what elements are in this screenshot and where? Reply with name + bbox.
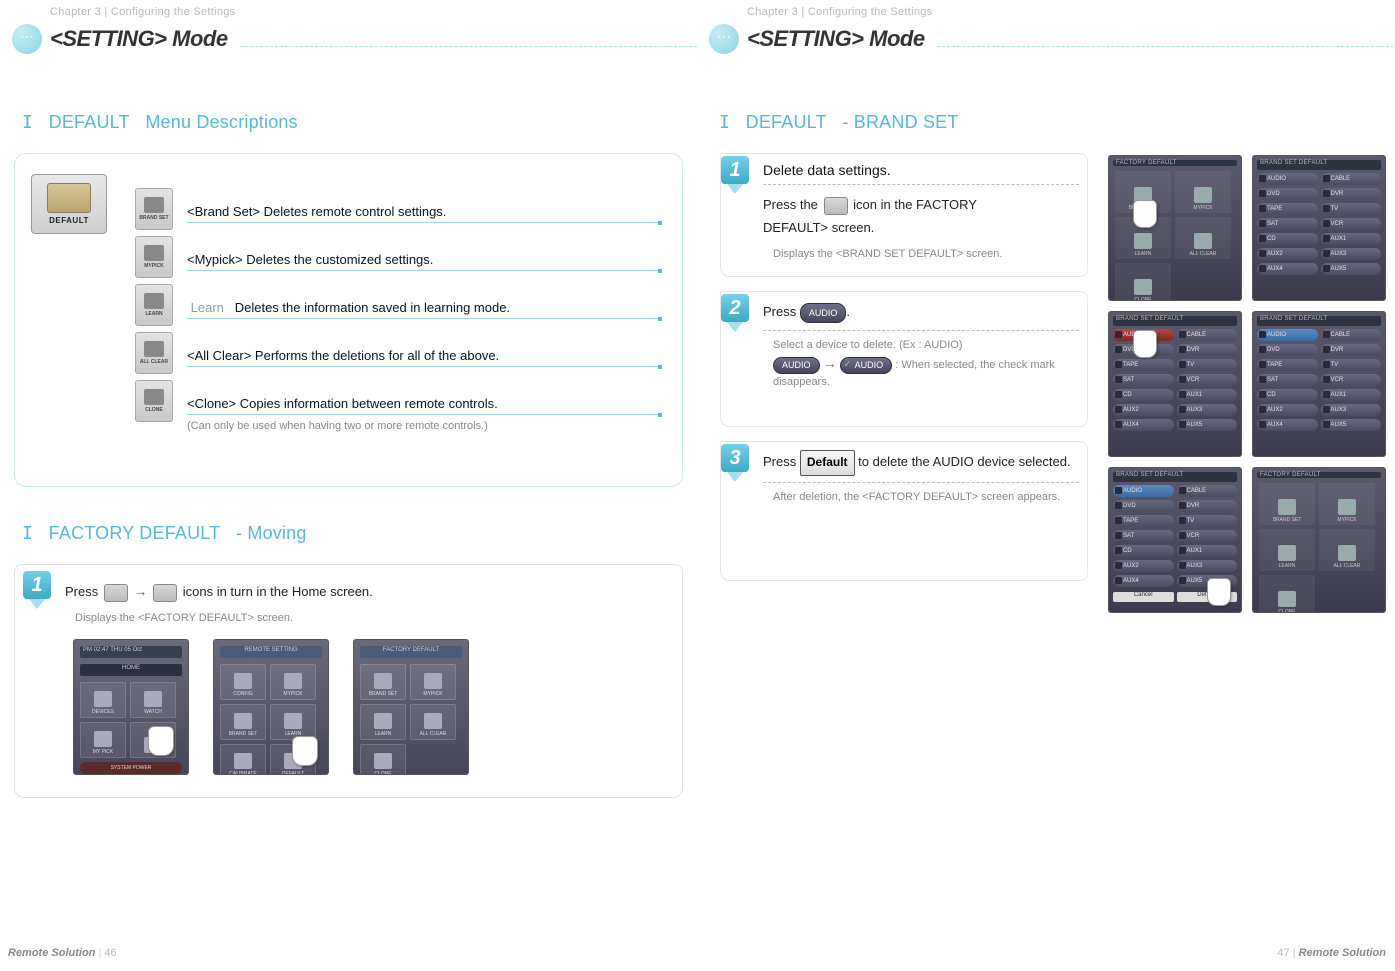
mypick-icon: MYPICK	[135, 236, 173, 278]
menu-item-brand-set: BRAND SET <Brand Set> Deletes remote con…	[135, 188, 662, 230]
thumb-brand-set-default-2b: BRAND SET DEFAULT AUDIOCABLE DVDDVR TAPE…	[1252, 311, 1386, 457]
thumb-brand-set-default-3: BRAND SET DEFAULT AUDIOCABLE DVDDVR TAPE…	[1108, 467, 1242, 613]
home-screen-shot: PM 02:47 THU 05 Oct HOME DEVICES WATCH M…	[73, 639, 189, 775]
settings-wrench-icon	[104, 584, 128, 602]
learn-icon: LEARN	[135, 284, 173, 326]
step-1-instruction: Press → icons in turn in the Home screen…	[65, 579, 658, 604]
factory-default-step-box: 1 Press → icons in turn in the Home scre…	[14, 564, 683, 798]
title-row: <SETTING> Mode	[0, 24, 697, 54]
chapter-header: Chapter 3 | Configuring the Settings	[0, 0, 697, 22]
hand-pointer-icon	[148, 726, 174, 756]
step-number-3: 3	[721, 444, 749, 472]
menu-item-clone-sub: (Can only be used when having two or mor…	[187, 420, 662, 432]
factory-default-shot: FACTORY DEFAULT BRAND SET MYPICK LEARN A…	[353, 639, 469, 775]
section-factory-default-heading: I FACTORY DEFAULT - Moving	[22, 523, 697, 544]
step-2-box: 2 Press AUDIO. Select a device to delete…	[720, 291, 1088, 427]
thumb-brand-set-default-1: BRAND SET DEFAULT AUDIOCABLE DVDDVR TAPE…	[1252, 155, 1386, 301]
title-underline	[240, 46, 697, 47]
hand-pointer-icon	[1133, 330, 1157, 358]
step-1-body: Press the icon in the FACTORY DEFAULT> s…	[763, 193, 1079, 240]
default-menu-box: DEFAULT BRAND SET <Brand Set> Deletes re…	[14, 153, 683, 487]
hand-pointer-icon	[1133, 200, 1157, 228]
brand-set-icon: BRAND SET	[135, 188, 173, 230]
step-number-1: 1	[721, 156, 749, 184]
audio-chip-icon: AUDIO	[800, 303, 847, 323]
step-2-title: Press AUDIO.	[763, 300, 1079, 330]
title-row: <SETTING> Mode	[697, 24, 1394, 54]
steps-column: 1 Delete data settings. Press the icon i…	[713, 153, 1102, 623]
page-title: <SETTING> Mode	[747, 26, 925, 52]
remote-setting-shot: REMOTE SETTING CONFIG MYPICK BRAND SET L…	[213, 639, 329, 775]
default-button[interactable]: Default	[800, 450, 855, 476]
all-clear-icon: ALL CLEAR	[135, 332, 173, 374]
step-number-2: 2	[721, 294, 749, 322]
hand-pointer-icon	[1207, 578, 1231, 606]
step-2-desc: Select a device to delete. (Ex : AUDIO) …	[773, 337, 1079, 391]
menu-list: BRAND SET <Brand Set> Deletes remote con…	[135, 188, 662, 432]
thumb-brand-set-default-2a: BRAND SET DEFAULT AUDIOCABLE DVDDVR TAPE…	[1108, 311, 1242, 457]
footer-left: Remote Solution | 46	[8, 947, 117, 959]
menu-item-mypick: MYPICK <Mypick> Deletes the customized s…	[135, 236, 662, 278]
step-1-result: Displays the <FACTORY DEFAULT> screen.	[75, 610, 658, 627]
thumbnails-column: FACTORY DEFAULT BRAND SET MYPICK LEARN A…	[1108, 153, 1394, 623]
step-3-box: 3 Press Default to delete the AUDIO devi…	[720, 441, 1088, 581]
section-default-menu-heading: I DEFAULT Menu Descriptions	[22, 112, 697, 133]
page-title: <SETTING> Mode	[50, 26, 228, 52]
step-3-title: Press Default to delete the AUDIO device…	[763, 450, 1079, 483]
brand-set-small-icon	[824, 197, 848, 215]
step-1-title: Delete data settings.	[763, 162, 1079, 185]
thumb-factory-default-result: FACTORY DEFAULT BRAND SET MYPICK LEARN A…	[1252, 467, 1386, 613]
arrow-icon: →	[823, 355, 837, 371]
hand-pointer-icon	[292, 736, 318, 766]
default-folder-icon: DEFAULT	[31, 174, 107, 234]
setting-mode-icon	[709, 24, 739, 54]
page-right: Chapter 3 | Configuring the Settings <SE…	[697, 0, 1394, 971]
arrow-icon: →	[133, 583, 147, 599]
page-left: Chapter 3 | Configuring the Settings <SE…	[0, 0, 697, 971]
footer-right: 47 | Remote Solution	[1277, 947, 1386, 959]
screenshots-row: PM 02:47 THU 05 Oct HOME DEVICES WATCH M…	[73, 639, 658, 775]
step-3-desc: After deletion, the <FACTORY DEFAULT> sc…	[773, 489, 1079, 506]
audio-chip-unchecked-icon: AUDIO	[773, 357, 820, 375]
chapter-header: Chapter 3 | Configuring the Settings	[697, 0, 1394, 22]
section-brand-set-heading: I DEFAULT - BRAND SET	[719, 112, 1394, 133]
menu-item-learn: LEARN Learn Deletes the information save…	[135, 284, 662, 326]
setting-mode-icon	[12, 24, 42, 54]
default-folder-small-icon	[153, 584, 177, 602]
title-underline	[937, 46, 1394, 47]
menu-item-clone: CLONE <Clone> Copies information between…	[135, 380, 662, 422]
thumb-factory-default: FACTORY DEFAULT BRAND SET MYPICK LEARN A…	[1108, 155, 1242, 301]
menu-item-all-clear: ALL CLEAR <All Clear> Performs the delet…	[135, 332, 662, 374]
step-number-1: 1	[23, 571, 51, 599]
clone-icon: CLONE	[135, 380, 173, 422]
step-1-box: 1 Delete data settings. Press the icon i…	[720, 153, 1088, 277]
step-1-result: Displays the <BRAND SET DEFAULT> screen.	[773, 246, 1079, 263]
audio-chip-checked-icon: AUDIO	[840, 357, 893, 375]
